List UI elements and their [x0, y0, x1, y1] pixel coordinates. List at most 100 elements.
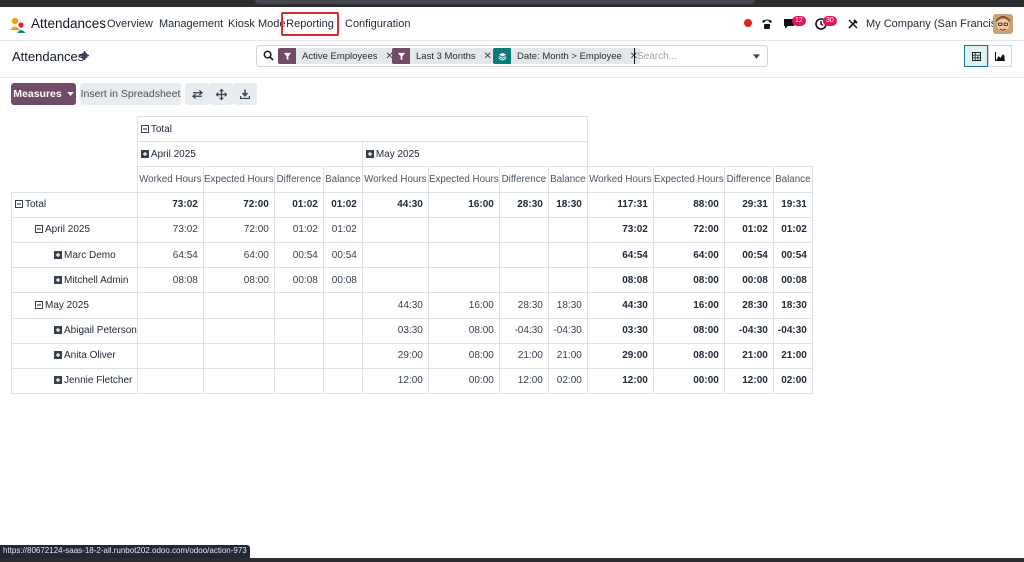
row-header[interactable]: Abigail Peterson — [11, 317, 138, 344]
pivot-cell[interactable]: 73:02 — [586, 216, 654, 243]
measure-header[interactable]: Balance — [322, 166, 363, 193]
flip-axis-button[interactable] — [185, 83, 209, 105]
pivot-cell[interactable]: 88:00 — [652, 191, 725, 218]
insert-in-spreadsheet-button[interactable]: Insert in Spreadsheet — [80, 83, 181, 105]
measure-header[interactable]: Worked Hours — [136, 166, 204, 193]
search-options-toggle[interactable] — [750, 50, 762, 62]
gear-icon[interactable] — [80, 51, 89, 60]
pivot-cell[interactable]: 16:00 — [427, 191, 500, 218]
pivot-cell[interactable]: 64:54 — [586, 241, 654, 269]
pivot-cell[interactable] — [361, 216, 429, 243]
pivot-cell[interactable]: 08:00 — [427, 317, 500, 344]
pivot-cell[interactable] — [273, 317, 324, 344]
company-switcher[interactable]: My Company (San Francisco) — [866, 18, 1012, 30]
measure-header[interactable]: Expected Hours — [202, 166, 275, 193]
measure-header[interactable]: Expected Hours — [427, 166, 500, 193]
pivot-cell[interactable]: 01:02 — [273, 191, 324, 218]
pivot-cell[interactable] — [136, 367, 204, 395]
pivot-cell[interactable] — [498, 267, 549, 294]
pivot-cell[interactable]: 117:31 — [586, 191, 654, 218]
pivot-cell[interactable]: 00:54 — [723, 241, 774, 269]
pivot-cell[interactable]: 12:00 — [498, 367, 549, 395]
pivot-cell[interactable]: 73:02 — [136, 191, 204, 218]
measure-header[interactable]: Balance — [547, 166, 588, 193]
col-header-may-2025[interactable]: May 2025 — [361, 141, 588, 168]
pivot-cell[interactable] — [427, 267, 500, 294]
pivot-cell[interactable]: 01:02 — [772, 216, 813, 243]
pivot-cell[interactable] — [202, 367, 275, 395]
pivot-cell[interactable]: 64:54 — [136, 241, 204, 269]
pivot-cell[interactable]: 03:30 — [361, 317, 429, 344]
pivot-cell[interactable] — [547, 216, 588, 243]
pivot-cell[interactable]: 08:00 — [652, 317, 725, 344]
pivot-cell[interactable]: 02:00 — [547, 367, 588, 395]
measure-header[interactable]: Worked Hours — [586, 166, 654, 193]
pivot-cell[interactable]: 73:02 — [136, 216, 204, 243]
pivot-cell[interactable]: 44:30 — [361, 292, 429, 319]
pivot-cell[interactable] — [273, 292, 324, 319]
pivot-cell[interactable] — [136, 292, 204, 319]
pivot-cell[interactable]: 21:00 — [723, 342, 774, 369]
col-header-total[interactable]: Total — [136, 115, 588, 143]
pivot-cell[interactable]: 08:08 — [136, 267, 204, 294]
pivot-cell[interactable] — [427, 216, 500, 243]
pivot-cell[interactable]: 28:30 — [498, 191, 549, 218]
pivot-cell[interactable] — [202, 317, 275, 344]
pivot-cell[interactable] — [361, 241, 429, 269]
view-graph-button[interactable] — [988, 45, 1012, 67]
row-header[interactable]: Marc Demo — [11, 241, 138, 269]
pivot-cell[interactable]: -04:30 — [547, 317, 588, 344]
pivot-cell[interactable]: 00:54 — [772, 241, 813, 269]
pivot-cell[interactable]: 01:02 — [322, 191, 363, 218]
measure-header[interactable]: Difference — [723, 166, 774, 193]
pivot-cell[interactable] — [136, 342, 204, 369]
pivot-cell[interactable]: 00:00 — [652, 367, 725, 395]
measures-dropdown-button[interactable]: Measures — [11, 83, 76, 105]
attendances-app-icon[interactable] — [9, 16, 27, 34]
pivot-cell[interactable] — [547, 241, 588, 269]
pivot-cell[interactable]: 16:00 — [652, 292, 725, 319]
pivot-cell[interactable]: 29:00 — [586, 342, 654, 369]
pivot-cell[interactable]: -04:30 — [498, 317, 549, 344]
pivot-cell[interactable]: 08:08 — [586, 267, 654, 294]
pivot-cell[interactable]: -04:30 — [772, 317, 813, 344]
pivot-cell[interactable]: 18:30 — [772, 292, 813, 319]
pivot-cell[interactable] — [136, 317, 204, 344]
pivot-cell[interactable]: 18:30 — [547, 292, 588, 319]
pivot-cell[interactable]: 00:54 — [273, 241, 324, 269]
user-avatar[interactable] — [993, 14, 1013, 34]
row-header[interactable]: Jennie Fletcher — [11, 367, 138, 395]
view-pivot-button[interactable] — [964, 45, 988, 67]
pivot-cell[interactable]: 12:00 — [723, 367, 774, 395]
pivot-cell[interactable]: 00:54 — [322, 241, 363, 269]
measure-header[interactable]: Difference — [273, 166, 324, 193]
pivot-cell[interactable] — [322, 292, 363, 319]
pivot-cell[interactable]: 28:30 — [723, 292, 774, 319]
pivot-cell[interactable]: 12:00 — [361, 367, 429, 395]
pivot-cell[interactable]: 28:30 — [498, 292, 549, 319]
pivot-cell[interactable]: 18:30 — [547, 191, 588, 218]
pivot-cell[interactable]: 72:00 — [202, 191, 275, 218]
pivot-cell[interactable]: 21:00 — [547, 342, 588, 369]
pivot-cell[interactable]: 00:00 — [427, 367, 500, 395]
pivot-cell[interactable]: 00:08 — [723, 267, 774, 294]
measure-header[interactable]: Worked Hours — [361, 166, 429, 193]
pivot-cell[interactable] — [322, 367, 363, 395]
pivot-cell[interactable]: 21:00 — [772, 342, 813, 369]
pivot-cell[interactable]: 00:08 — [772, 267, 813, 294]
row-header[interactable]: May 2025 — [11, 292, 138, 319]
pivot-cell[interactable]: 12:00 — [586, 367, 654, 395]
pivot-cell[interactable] — [498, 241, 549, 269]
pivot-cell[interactable]: 44:30 — [361, 191, 429, 218]
measure-header[interactable]: Expected Hours — [652, 166, 725, 193]
pivot-cell[interactable] — [361, 267, 429, 294]
row-header[interactable]: Total — [11, 191, 138, 218]
search-input[interactable] — [634, 48, 744, 64]
pivot-cell[interactable]: 03:30 — [586, 317, 654, 344]
row-header[interactable]: April 2025 — [11, 216, 138, 243]
pivot-cell[interactable] — [322, 317, 363, 344]
pivot-cell[interactable]: 00:08 — [273, 267, 324, 294]
pivot-cell[interactable] — [547, 267, 588, 294]
pivot-cell[interactable]: 21:00 — [498, 342, 549, 369]
pivot-cell[interactable]: 08:00 — [652, 342, 725, 369]
